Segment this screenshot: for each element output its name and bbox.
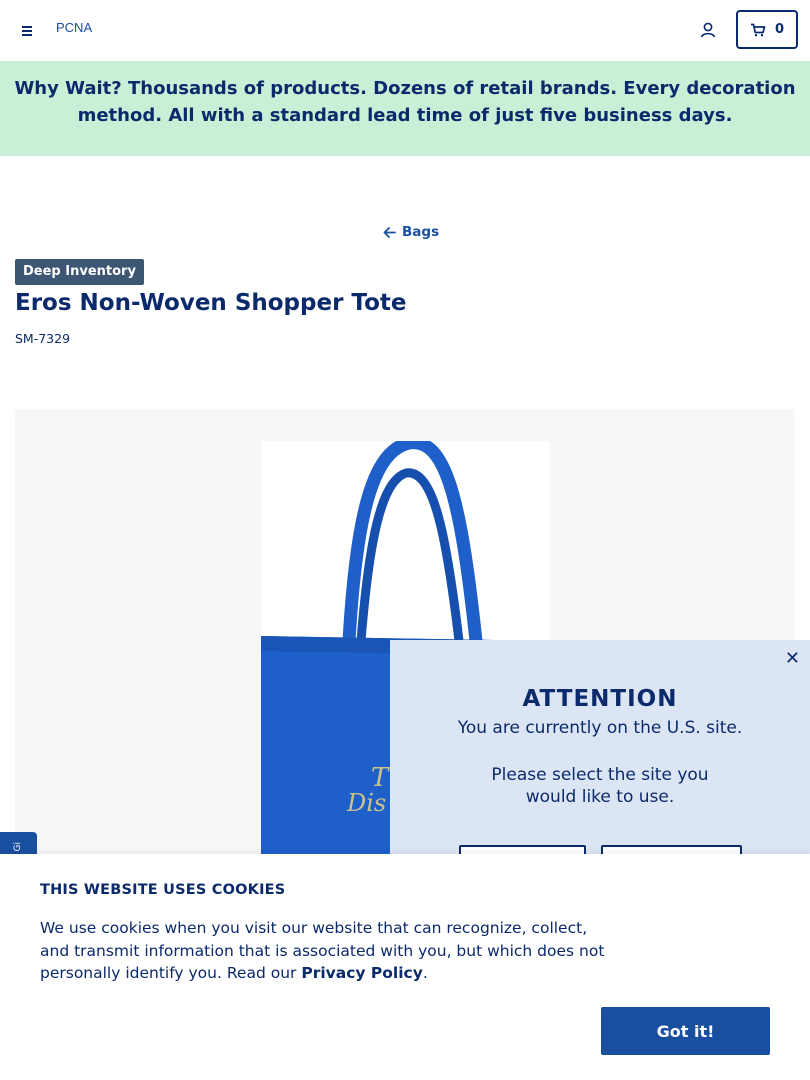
cart-button[interactable]: 0: [736, 10, 798, 49]
back-link-label: Bags: [402, 224, 440, 240]
site-header: PCNA 0: [0, 0, 810, 61]
site-logo[interactable]: PCNA: [56, 20, 92, 35]
cookie-text-end: .: [422, 964, 428, 982]
promo-lead: Why Wait?: [14, 78, 122, 99]
region-select-modal: ✕ ATTENTION You are currently on the U.S…: [390, 640, 810, 885]
close-icon[interactable]: ✕: [785, 648, 800, 669]
cookie-banner: THIS WEBSITE USES COOKIES We use cookies…: [0, 854, 810, 1080]
privacy-policy-link[interactable]: Privacy Policy: [301, 964, 423, 982]
cookie-text: We use cookies when you visit our websit…: [40, 917, 620, 985]
cookie-title: THIS WEBSITE USES COOKIES: [40, 882, 286, 898]
promo-banner: Why Wait? Thousands of products. Dozens …: [0, 61, 810, 156]
account-icon[interactable]: [697, 19, 719, 41]
svg-text:Dis: Dis: [346, 789, 386, 817]
menu-icon[interactable]: [18, 20, 38, 40]
inventory-badge: Deep Inventory: [15, 259, 144, 285]
accept-cookies-button[interactable]: Got it!: [601, 1007, 770, 1055]
side-tab-label: Gi: [13, 842, 23, 852]
promo-text: Thousands of products. Dozens of retail …: [77, 78, 796, 126]
cart-icon: [750, 23, 766, 36]
arrow-left-icon: [383, 226, 396, 238]
attention-current-site: You are currently on the U.S. site.: [457, 718, 743, 738]
product-title: Eros Non-Woven Shopper Tote: [15, 290, 407, 316]
product-sku: SM-7329: [15, 331, 71, 346]
back-to-category-link[interactable]: Bags: [383, 224, 439, 240]
cart-count: 0: [774, 22, 785, 37]
attention-instruction: Please select the site you would like to…: [491, 765, 709, 807]
attention-title: ATTENTION: [522, 686, 678, 712]
